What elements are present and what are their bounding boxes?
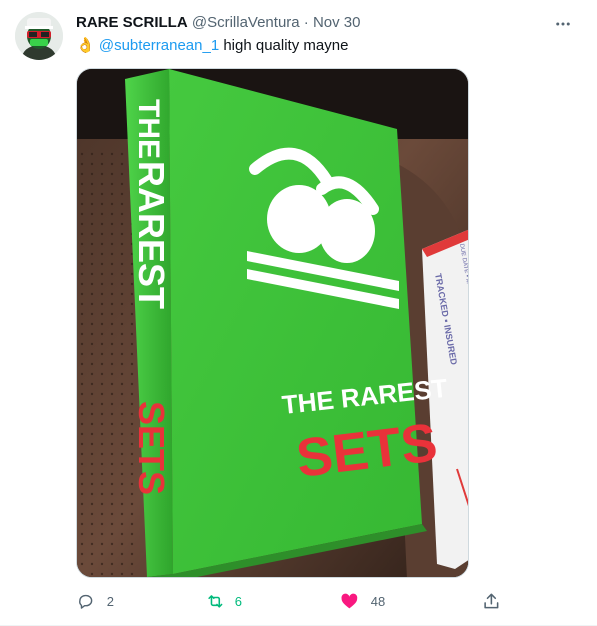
like-button[interactable]: 48	[340, 590, 385, 612]
tweet-body: high quality mayne	[219, 37, 349, 54]
tweet-text: 👌 @subterranean_1 high quality mayne	[76, 36, 348, 56]
separator-dot: ·	[303, 14, 309, 31]
share-icon	[484, 593, 499, 609]
reply-icon	[79, 594, 93, 609]
retweet-button[interactable]: 6	[206, 590, 242, 612]
author-handle[interactable]: @ScrillaVentura	[192, 14, 300, 31]
tweet-header: RARE SCRILLA @ScrillaVentura · Nov 30	[76, 13, 577, 33]
retweet-icon	[208, 594, 223, 608]
tweet-timestamp[interactable]: Nov 30	[313, 14, 361, 31]
like-count: 48	[370, 593, 386, 609]
author-name[interactable]: RARE SCRILLA	[76, 14, 188, 31]
tweet-actions: 2 6 48	[76, 590, 506, 612]
reply-count: 2	[106, 593, 114, 609]
book-photo: TRACKED ▪ INSURED DUE DATE ▪ M THE RARES…	[77, 69, 468, 577]
avatar[interactable]	[15, 12, 63, 60]
tweet-media[interactable]: TRACKED ▪ INSURED DUE DATE ▪ M THE RARES…	[76, 68, 469, 578]
tweet: RARE SCRILLA @ScrillaVentura · Nov 30 👌 …	[0, 0, 597, 626]
avatar-image	[15, 12, 63, 60]
more-icon	[556, 22, 570, 26]
share-button[interactable]	[482, 590, 501, 612]
heart-icon	[341, 593, 358, 609]
spine-title-rarest: RAREST	[131, 161, 172, 309]
ok-hand-emoji: 👌	[76, 37, 95, 54]
mention-link[interactable]: @subterranean_1	[99, 37, 219, 54]
retweet-count: 6	[234, 593, 242, 609]
spine-title-the: THE	[132, 99, 165, 159]
spine-title-sets: SETS	[131, 401, 172, 495]
reply-button[interactable]: 2	[76, 590, 114, 612]
more-button[interactable]	[551, 12, 575, 36]
